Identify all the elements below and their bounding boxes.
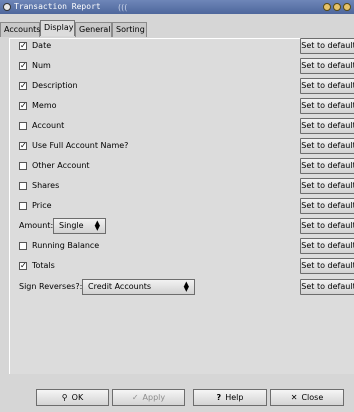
totals-checkbox[interactable]: ✓	[19, 262, 27, 270]
other-account-label: Other Account	[32, 161, 90, 170]
shares-label: Shares	[32, 181, 60, 190]
account-checkbox[interactable]	[19, 122, 27, 130]
running-balance-checkbox[interactable]	[19, 242, 27, 250]
sign-reverses-select[interactable]: Credit Accounts ▲ ▼	[82, 279, 195, 295]
option-row-num: ✓ Num Set to default	[10, 58, 354, 74]
other-account-set-default-button[interactable]: Set to default	[300, 158, 354, 174]
account-set-default-button[interactable]: Set to default	[300, 118, 354, 134]
running-balance-label: Running Balance	[32, 241, 100, 250]
option-row-date: ✓ Date Set to default	[10, 38, 354, 54]
help-button[interactable]: ? Help	[193, 389, 267, 406]
close-window-icon[interactable]	[343, 3, 351, 11]
option-row-shares: Shares Set to default	[10, 178, 354, 194]
title-grip: (((	[118, 3, 128, 12]
app-menu-icon[interactable]	[3, 3, 11, 11]
tab-general[interactable]: General	[75, 22, 112, 37]
tab-accounts[interactable]: Accounts	[0, 22, 40, 37]
option-row-description: ✓ Description Set to default	[10, 78, 354, 94]
sign-reverses-label: Sign Reverses?:	[19, 282, 83, 291]
close-button[interactable]: ✕ Close	[270, 389, 344, 406]
price-set-default-button[interactable]: Set to default	[300, 198, 354, 214]
option-row-memo: ✓ Memo Set to default	[10, 98, 354, 114]
apply-button[interactable]: ✓ Apply	[112, 389, 185, 406]
date-checkbox[interactable]: ✓	[19, 42, 27, 50]
full-account-name-checkbox[interactable]: ✓	[19, 142, 27, 150]
sign-reverses-set-default-button[interactable]: Set to default	[300, 279, 354, 295]
price-checkbox[interactable]	[19, 202, 27, 210]
num-label: Num	[32, 61, 51, 70]
ok-label: OK	[71, 393, 84, 402]
memo-checkbox[interactable]: ✓	[19, 102, 27, 110]
window-title: Transaction Report	[14, 2, 101, 11]
price-label: Price	[32, 201, 52, 210]
date-set-default-button[interactable]: Set to default	[300, 38, 354, 54]
date-label: Date	[32, 41, 52, 50]
shares-set-default-button[interactable]: Set to default	[300, 178, 354, 194]
description-set-default-button[interactable]: Set to default	[300, 78, 354, 94]
option-row-price: Price Set to default	[10, 198, 354, 214]
description-label: Description	[32, 81, 78, 90]
question-icon: ?	[216, 393, 222, 402]
checkmark-icon: ✓	[131, 393, 139, 402]
full-account-name-label: Use Full Account Name?	[32, 141, 129, 150]
close-label: Close	[301, 393, 324, 402]
option-row-amount: Amount: Single ▲ ▼ Set to default	[10, 218, 354, 234]
apply-label: Apply	[142, 393, 166, 402]
option-row-account: Account Set to default	[10, 118, 354, 134]
running-balance-set-default-button[interactable]: Set to default	[300, 238, 354, 254]
account-label: Account	[32, 121, 65, 130]
maximize-icon[interactable]	[333, 3, 341, 11]
amount-select[interactable]: Single ▲ ▼	[53, 218, 106, 234]
full-account-name-set-default-button[interactable]: Set to default	[300, 138, 354, 154]
updown-arrows-icon: ▲ ▼	[183, 280, 189, 293]
num-checkbox[interactable]: ✓	[19, 62, 27, 70]
option-row-other-account: Other Account Set to default	[10, 158, 354, 174]
tab-display[interactable]: Display	[40, 20, 75, 36]
ok-button[interactable]: ⚲ OK	[36, 389, 109, 406]
ok-icon: ⚲	[61, 393, 68, 402]
option-row-running-balance: Running Balance Set to default	[10, 238, 354, 254]
option-row-sign-reverses: Sign Reverses?: Credit Accounts ▲ ▼ Set t…	[10, 279, 354, 295]
transaction-report-dialog: Transaction Report ((( Accounts Display …	[0, 0, 354, 412]
x-icon: ✕	[290, 393, 298, 402]
other-account-checkbox[interactable]	[19, 162, 27, 170]
amount-label: Amount:	[19, 221, 54, 230]
totals-set-default-button[interactable]: Set to default	[300, 258, 354, 274]
option-row-totals: ✓ Totals Set to default	[10, 258, 354, 274]
minimize-icon[interactable]	[323, 3, 331, 11]
amount-select-value: Single	[59, 221, 84, 230]
shares-checkbox[interactable]	[19, 182, 27, 190]
description-checkbox[interactable]: ✓	[19, 82, 27, 90]
updown-arrows-icon: ▲ ▼	[94, 219, 100, 232]
title-bar[interactable]: Transaction Report (((	[0, 0, 354, 14]
display-options-panel: ✓ Date Set to default ✓ Num Set to defau…	[9, 38, 354, 374]
memo-label: Memo	[32, 101, 57, 110]
amount-set-default-button[interactable]: Set to default	[300, 218, 354, 234]
sign-reverses-select-value: Credit Accounts	[88, 282, 152, 291]
num-set-default-button[interactable]: Set to default	[300, 58, 354, 74]
option-row-full-account-name: ✓ Use Full Account Name? Set to default	[10, 138, 354, 154]
tab-sorting[interactable]: Sorting	[112, 22, 147, 37]
memo-set-default-button[interactable]: Set to default	[300, 98, 354, 114]
totals-label: Totals	[32, 261, 55, 270]
help-label: Help	[225, 393, 244, 402]
